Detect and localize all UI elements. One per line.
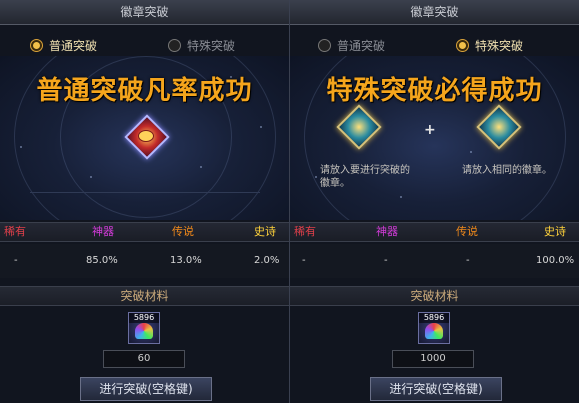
material-quantity: 60 bbox=[103, 350, 185, 368]
panel-title: 徽章突破 bbox=[290, 0, 579, 25]
rarity-artifact-value: - bbox=[384, 255, 388, 266]
headline-annotation: 特殊突破必得成功 bbox=[326, 76, 543, 106]
radio-unselected-icon bbox=[318, 38, 331, 52]
materials-header: 突破材料 bbox=[0, 286, 289, 306]
radio-special-breakthrough[interactable]: 特殊突破 bbox=[168, 34, 235, 56]
star-dot bbox=[90, 176, 92, 178]
rarity-probability-row: - 85.0% 13.0% 2.0% bbox=[0, 244, 289, 278]
rainbow-crystal-icon[interactable]: 5896 bbox=[128, 312, 160, 344]
star-dot bbox=[20, 146, 22, 148]
eye-icon bbox=[138, 130, 154, 142]
materials-header: 突破材料 bbox=[290, 286, 579, 306]
rarity-epic-header: 史诗 bbox=[254, 225, 276, 238]
normal-breakthrough-panel: 徽章突破 普通突破 特殊突破 普通突破凡率成功 稀有 神器 传说 史诗 - 85… bbox=[0, 0, 289, 403]
rarity-header-row: 稀有 神器 传说 史诗 bbox=[0, 222, 289, 242]
rarity-rare-value: - bbox=[302, 255, 306, 266]
radio-normal-label: 普通突破 bbox=[337, 38, 386, 53]
panel-title: 徽章突破 bbox=[0, 0, 289, 25]
rarity-header-row: 稀有 神器 传说 史诗 bbox=[290, 222, 579, 242]
hint-insert-badge: 请放入要进行突破的徽章。 bbox=[320, 165, 410, 189]
rarity-artifact-header: 神器 bbox=[376, 225, 398, 238]
teal-star-emblem-icon[interactable] bbox=[476, 104, 522, 150]
rarity-epic-header: 史诗 bbox=[544, 225, 566, 238]
rarity-rare-value: - bbox=[14, 255, 18, 266]
crystal-glow bbox=[425, 323, 443, 339]
material-count-badge: 5896 bbox=[419, 313, 449, 323]
start-breakthrough-button[interactable]: 进行突破(空格键) bbox=[370, 377, 502, 401]
radio-normal-breakthrough[interactable]: 普通突破 bbox=[318, 34, 385, 56]
breakthrough-mode-selector: 普通突破 特殊突破 bbox=[290, 34, 579, 56]
radio-special-label: 特殊突破 bbox=[187, 38, 236, 53]
rarity-rare-header: 稀有 bbox=[294, 225, 316, 238]
star-dot bbox=[260, 126, 262, 128]
red-eye-emblem-icon[interactable] bbox=[124, 114, 170, 160]
radio-selected-icon bbox=[30, 38, 43, 52]
star-dot bbox=[315, 176, 317, 178]
star-dot bbox=[470, 151, 472, 153]
headline-annotation: 普通突破凡率成功 bbox=[36, 76, 253, 106]
star-dot bbox=[200, 166, 202, 168]
plus-icon: + bbox=[424, 122, 436, 138]
radio-normal-label: 普通突破 bbox=[49, 38, 98, 53]
rarity-legend-header: 传说 bbox=[456, 225, 478, 238]
teal-star-emblem-icon[interactable] bbox=[336, 104, 382, 150]
hint-insert-same-badge: 请放入相同的徽章。 bbox=[462, 165, 552, 176]
rarity-legend-header: 传说 bbox=[172, 225, 194, 238]
rainbow-crystal-icon[interactable]: 5896 bbox=[418, 312, 450, 344]
rarity-artifact-value: 85.0% bbox=[86, 255, 118, 266]
material-count-badge: 5896 bbox=[129, 313, 159, 323]
radio-selected-icon bbox=[456, 38, 469, 52]
rarity-legend-value: - bbox=[466, 255, 470, 266]
breakthrough-mode-selector: 普通突破 特殊突破 bbox=[0, 34, 289, 56]
radio-normal-breakthrough[interactable]: 普通突破 bbox=[30, 34, 97, 56]
divider-line bbox=[30, 192, 260, 193]
radio-special-label: 特殊突破 bbox=[475, 38, 524, 53]
special-breakthrough-panel: 徽章突破 普通突破 特殊突破 + 请放入要进行突破的徽章。 请放入相同的徽章。 … bbox=[290, 0, 579, 403]
rarity-legend-value: 13.0% bbox=[170, 255, 202, 266]
radio-unselected-icon bbox=[168, 38, 181, 52]
material-quantity: 1000 bbox=[392, 350, 474, 368]
badge-breakthrough-screen: 徽章突破 普通突破 特殊突破 普通突破凡率成功 稀有 神器 传说 史诗 - 85… bbox=[0, 0, 579, 403]
rarity-artifact-header: 神器 bbox=[92, 225, 114, 238]
radio-special-breakthrough[interactable]: 特殊突破 bbox=[456, 34, 523, 56]
rarity-rare-header: 稀有 bbox=[4, 225, 26, 238]
start-breakthrough-button[interactable]: 进行突破(空格键) bbox=[80, 377, 212, 401]
crystal-glow bbox=[135, 323, 153, 339]
rarity-probability-row: - - - 100.0% bbox=[290, 244, 579, 278]
rarity-epic-value: 2.0% bbox=[254, 255, 280, 266]
rarity-epic-value: 100.0% bbox=[536, 255, 575, 266]
star-dot bbox=[400, 196, 402, 198]
